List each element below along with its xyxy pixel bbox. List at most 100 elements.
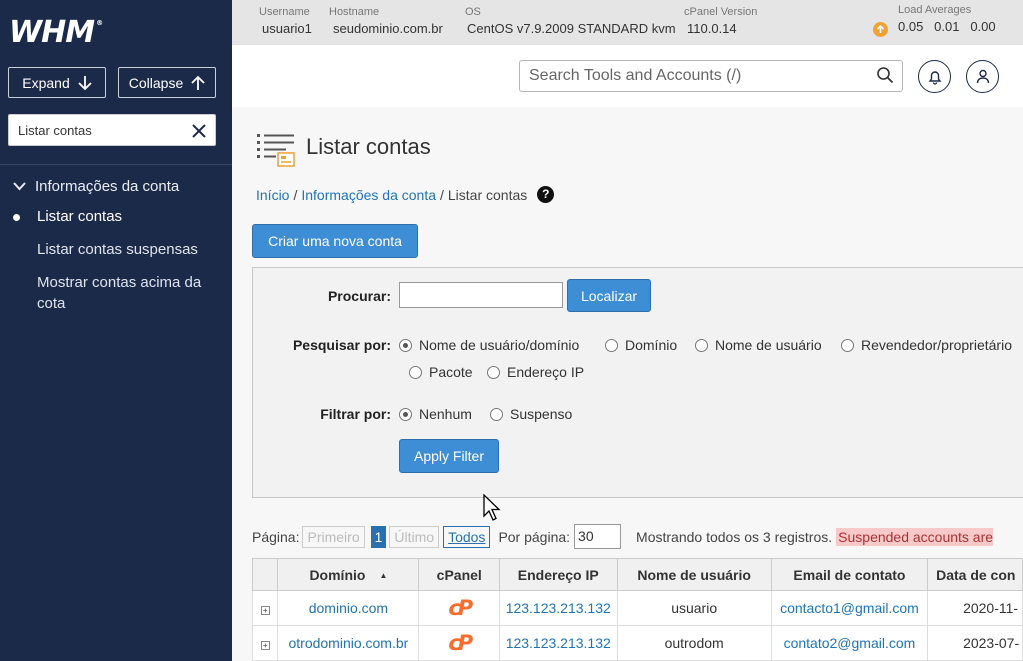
sidebar-group-label: Informações da conta xyxy=(35,178,180,195)
sidebar-item-listar-contas-suspensas[interactable]: Listar contas suspensas xyxy=(37,239,222,260)
radio-nenhum[interactable]: Nenhum xyxy=(399,406,472,422)
domain-link[interactable]: dominio.com xyxy=(277,590,420,626)
expand-label: Expand xyxy=(22,74,70,91)
page-current[interactable]: 1 xyxy=(370,525,387,548)
row-expand-cell[interactable]: + xyxy=(251,625,279,661)
ip-link[interactable]: 123.123.213.132 xyxy=(499,625,618,661)
col-cpanel[interactable]: cPanel xyxy=(418,558,500,591)
radio-label: Domínio xyxy=(625,337,678,353)
radio-indicator xyxy=(409,365,422,379)
info-label: Username xyxy=(259,6,310,18)
cpanel-icon[interactable]: cP xyxy=(448,596,473,620)
row-expand-cell[interactable]: + xyxy=(251,590,279,626)
col-endereco-ip[interactable]: Endereço IP xyxy=(499,558,618,591)
cpanel-cell[interactable]: cP xyxy=(418,590,500,626)
ip-link[interactable]: 123.123.213.132 xyxy=(499,590,618,626)
radio-usuario-dominio[interactable]: Nome de usuário/domínio xyxy=(399,337,579,353)
search-icon[interactable] xyxy=(876,66,894,84)
create-account-button[interactable]: Criar uma nova conta xyxy=(252,224,418,258)
page-last[interactable]: Último xyxy=(389,525,440,548)
username-cell: outrodom xyxy=(616,625,772,661)
date-cell: 2023-07- xyxy=(927,625,1023,661)
close-icon[interactable] xyxy=(192,124,206,138)
cpanel-icon[interactable]: cP xyxy=(448,631,473,655)
logo-text: WHM xyxy=(9,15,95,50)
collapse-button[interactable]: Collapse xyxy=(118,67,216,98)
email-link[interactable]: contacto1@gmail.com xyxy=(770,590,929,626)
radio-indicator xyxy=(841,338,854,352)
per-page-input[interactable]: 30 xyxy=(574,524,622,549)
page-all[interactable]: Todos xyxy=(443,525,491,548)
radio-suspenso[interactable]: Suspenso xyxy=(490,406,572,422)
sidebar-group-account-info[interactable]: Informações da conta xyxy=(13,178,179,195)
notifications-button[interactable] xyxy=(918,60,951,93)
radio-nome-usuario[interactable]: Nome de usuário xyxy=(695,337,822,353)
col-nome-usuario[interactable]: Nome de usuário xyxy=(616,558,772,591)
radio-endereco-ip[interactable]: Endereço IP xyxy=(487,364,584,380)
search-label: Procurar: xyxy=(327,288,391,304)
sort-asc-icon: ▲ xyxy=(379,571,388,581)
table-row: + otrodominio.com.br cP 123.123.213.132 … xyxy=(251,625,1023,661)
breadcrumb-inicio[interactable]: Início xyxy=(256,187,289,203)
table-row: + dominio.com cP 123.123.213.132 usuario… xyxy=(251,590,1023,626)
server-info-bar: Username usuario1 Hostname seudominio.co… xyxy=(232,0,1023,45)
search-by-label: Pesquisar por: xyxy=(292,337,391,353)
info-label: cPanel Version xyxy=(684,6,758,18)
radio-indicator xyxy=(605,338,618,352)
expand-icon[interactable]: + xyxy=(260,641,270,650)
info-label: Hostname xyxy=(329,6,380,18)
info-value: 110.0.14 xyxy=(687,21,737,36)
arrow-down-icon xyxy=(78,75,92,90)
load-15min: 0.00 xyxy=(970,19,996,34)
col-dominio[interactable]: Domínio ▲ xyxy=(277,558,420,591)
radio-label: Pacote xyxy=(429,364,473,380)
locate-button[interactable]: Localizar xyxy=(567,279,651,312)
user-menu-button[interactable] xyxy=(966,60,999,93)
per-page-label: Por página: xyxy=(498,528,571,545)
sidebar-item-listar-contas[interactable]: Listar contas xyxy=(37,206,222,227)
upload-icon xyxy=(873,22,888,37)
info-value: usuario1 xyxy=(262,21,312,36)
expand-button[interactable]: Expand xyxy=(8,67,106,98)
radio-indicator xyxy=(487,365,500,379)
info-hostname: Hostname seudominio.com.br xyxy=(329,6,443,36)
showing-text: Mostrando todos os 3 registros. xyxy=(636,528,833,545)
info-label: Load Averages xyxy=(898,4,972,16)
logo-registered-mark: ® xyxy=(96,19,103,27)
domain-link[interactable]: otrodominio.com.br xyxy=(277,625,420,661)
radio-pacote[interactable]: Pacote xyxy=(409,364,473,380)
apply-filter-button[interactable]: Apply Filter xyxy=(399,439,499,473)
page-first[interactable]: Primeiro xyxy=(302,525,365,548)
info-os: OS CentOS v7.9.2009 STANDARD kvm xyxy=(465,6,676,36)
radio-label: Nome de usuário/domínio xyxy=(419,337,580,353)
sidebar-search-input[interactable]: Listar contas xyxy=(8,114,216,146)
cpanel-cell[interactable]: cP xyxy=(418,625,500,661)
search-field[interactable] xyxy=(399,282,563,308)
mouse-cursor-icon xyxy=(483,494,501,521)
page-label: Página: xyxy=(252,528,300,545)
load-1min: 0.05 xyxy=(898,19,924,34)
sidebar-item-contas-acima-cota[interactable]: Mostrar contas acima da cota xyxy=(37,272,222,314)
search-tools-input[interactable]: Search Tools and Accounts (/) xyxy=(519,60,903,92)
pagination-bar: Página: Primeiro 1 Último Todos Por pági… xyxy=(252,524,994,549)
sidebar-search-value: Listar contas xyxy=(18,122,92,138)
radio-dominio[interactable]: Domínio xyxy=(605,337,677,353)
email-link[interactable]: contato2@gmail.com xyxy=(770,625,929,661)
sidebar-divider xyxy=(0,164,232,165)
radio-label: Nome de usuário xyxy=(715,337,822,353)
top-header: Search Tools and Accounts (/) xyxy=(232,45,1023,107)
radio-label: Nenhum xyxy=(419,406,472,422)
chevron-down-icon xyxy=(13,182,26,191)
expand-icon[interactable]: + xyxy=(260,606,270,615)
main-content: Listar contas Início / Informações da co… xyxy=(232,107,1023,661)
col-data[interactable]: Data de con xyxy=(927,558,1023,591)
date-cell: 2020-11- xyxy=(927,590,1023,626)
help-icon[interactable]: ? xyxy=(537,186,555,203)
user-icon xyxy=(976,69,989,84)
info-load-averages: Load Averages 0.05 0.01 0.00 xyxy=(898,4,996,34)
breadcrumb-informacoes[interactable]: Informações da conta xyxy=(301,187,436,203)
col-email[interactable]: Email de contato xyxy=(770,558,929,591)
search-tools-placeholder: Search Tools and Accounts (/) xyxy=(529,67,742,84)
radio-revendedor[interactable]: Revendedor/proprietário xyxy=(841,337,1012,353)
whm-logo[interactable]: WHM ® xyxy=(9,15,103,50)
